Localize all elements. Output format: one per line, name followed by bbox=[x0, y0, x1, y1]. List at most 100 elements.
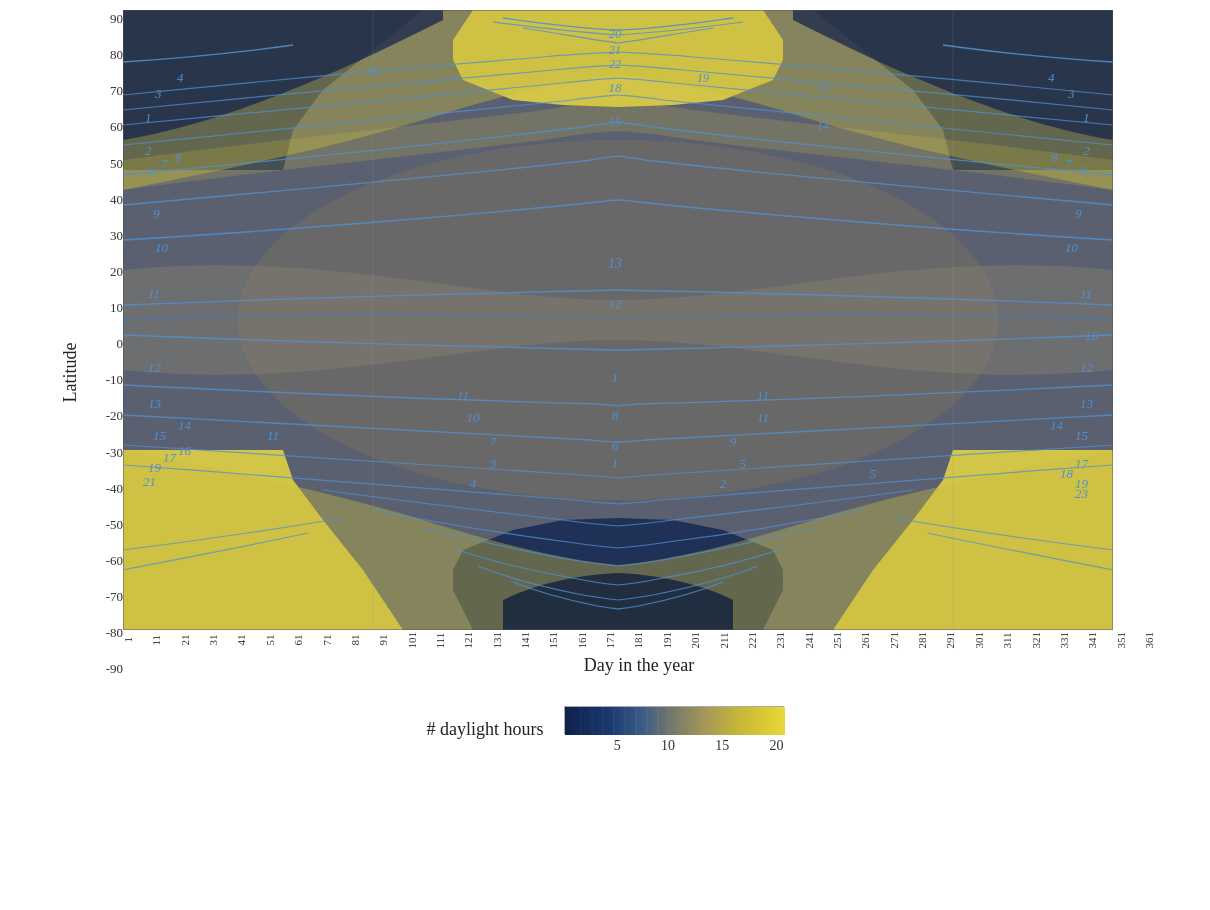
svg-text:11: 11 bbox=[148, 286, 160, 301]
svg-text:18: 18 bbox=[1060, 466, 1074, 481]
y-tick: -20 bbox=[106, 409, 123, 422]
x-tick: 331 bbox=[1059, 632, 1070, 649]
y-tick: 40 bbox=[110, 193, 123, 206]
svg-text:21: 21 bbox=[609, 43, 621, 57]
svg-text:15: 15 bbox=[1075, 428, 1089, 443]
x-tick: 81 bbox=[350, 632, 361, 649]
legend-area: # daylight hours bbox=[55, 706, 1155, 754]
x-tick: 41 bbox=[236, 632, 247, 649]
svg-text:7: 7 bbox=[1065, 156, 1072, 171]
svg-text:11: 11 bbox=[757, 410, 769, 425]
svg-text:19: 19 bbox=[697, 71, 709, 85]
svg-text:1: 1 bbox=[612, 370, 619, 385]
svg-text:2: 2 bbox=[145, 143, 152, 158]
x-tick: 181 bbox=[633, 632, 644, 649]
svg-text:11: 11 bbox=[1080, 286, 1092, 301]
legend-tick-label: 15 bbox=[715, 738, 729, 754]
svg-text:1: 1 bbox=[145, 110, 152, 125]
y-tick: 20 bbox=[110, 265, 123, 278]
svg-rect-70 bbox=[565, 707, 785, 735]
y-tick: 80 bbox=[110, 48, 123, 61]
svg-text:1: 1 bbox=[1083, 110, 1090, 125]
svg-text:15: 15 bbox=[153, 428, 167, 443]
x-tick: 271 bbox=[889, 632, 900, 649]
x-tick: 231 bbox=[775, 632, 786, 649]
plot-area: 20 21 22 16 18 19 17 15 14 1 3 4 2 6 7 bbox=[123, 10, 1155, 630]
x-tick: 71 bbox=[322, 632, 333, 649]
svg-text:10: 10 bbox=[467, 410, 481, 425]
svg-text:8: 8 bbox=[1051, 150, 1058, 165]
x-tick: 111 bbox=[435, 632, 446, 649]
legend-tick-label: 20 bbox=[770, 738, 784, 754]
y-tick: -80 bbox=[106, 626, 123, 639]
svg-text:2: 2 bbox=[1083, 143, 1090, 158]
x-tick: 101 bbox=[407, 632, 418, 649]
svg-text:8: 8 bbox=[612, 408, 619, 423]
svg-text:11: 11 bbox=[267, 428, 279, 443]
x-tick: 11 bbox=[151, 632, 162, 649]
x-tick: 1 bbox=[123, 632, 134, 649]
svg-text:9: 9 bbox=[153, 206, 160, 221]
legend-bar bbox=[564, 706, 784, 734]
y-tick: 50 bbox=[110, 157, 123, 170]
svg-text:18: 18 bbox=[609, 80, 623, 95]
x-tick: 351 bbox=[1116, 632, 1127, 649]
y-tick: -60 bbox=[106, 554, 123, 567]
svg-text:16: 16 bbox=[1085, 328, 1099, 343]
x-tick: 191 bbox=[662, 632, 673, 649]
x-tick: 241 bbox=[804, 632, 815, 649]
x-tick: 281 bbox=[917, 632, 928, 649]
svg-text:19: 19 bbox=[148, 460, 162, 475]
x-tick: 151 bbox=[548, 632, 559, 649]
svg-text:11: 11 bbox=[457, 388, 469, 403]
chart-container: Latitude 9080706050403020100-10-20-30-40… bbox=[55, 10, 1155, 754]
svg-text:17: 17 bbox=[1075, 456, 1089, 471]
svg-text:5: 5 bbox=[870, 466, 877, 481]
x-tick: 171 bbox=[605, 632, 616, 649]
y-tick: 90 bbox=[110, 12, 123, 25]
svg-text:13: 13 bbox=[1080, 396, 1094, 411]
x-tick: 361 bbox=[1144, 632, 1155, 649]
y-tick: -70 bbox=[106, 590, 123, 603]
x-tick: 161 bbox=[577, 632, 588, 649]
x-tick: 51 bbox=[265, 632, 276, 649]
svg-text:7: 7 bbox=[490, 434, 497, 449]
svg-text:9: 9 bbox=[1075, 206, 1082, 221]
y-tick: 30 bbox=[110, 229, 123, 242]
svg-text:16: 16 bbox=[178, 443, 192, 458]
svg-text:15: 15 bbox=[609, 114, 623, 129]
x-tick: 141 bbox=[520, 632, 531, 649]
svg-text:4: 4 bbox=[177, 70, 184, 85]
y-axis-label: Latitude bbox=[55, 10, 85, 676]
svg-text:1: 1 bbox=[612, 456, 619, 471]
svg-text:2: 2 bbox=[720, 476, 727, 491]
x-tick: 221 bbox=[747, 632, 758, 649]
y-tick: 70 bbox=[110, 84, 123, 97]
svg-text:14: 14 bbox=[817, 119, 829, 133]
svg-text:12: 12 bbox=[1080, 360, 1094, 375]
x-tick: 211 bbox=[719, 632, 730, 649]
y-tick: -10 bbox=[106, 373, 123, 386]
svg-text:3: 3 bbox=[489, 456, 497, 471]
svg-text:12: 12 bbox=[609, 296, 623, 311]
svg-text:21: 21 bbox=[143, 474, 156, 489]
svg-text:17: 17 bbox=[163, 450, 177, 465]
svg-text:4: 4 bbox=[1048, 70, 1055, 85]
legend-tick-label: 10 bbox=[661, 738, 675, 754]
x-tick: 251 bbox=[832, 632, 843, 649]
y-tick: 10 bbox=[110, 301, 123, 314]
x-tick: 311 bbox=[1002, 632, 1013, 649]
x-tick: 61 bbox=[293, 632, 304, 649]
svg-text:22: 22 bbox=[609, 57, 621, 71]
x-tick: 301 bbox=[974, 632, 985, 649]
y-tick: -30 bbox=[106, 446, 123, 459]
svg-text:8: 8 bbox=[175, 150, 182, 165]
legend-title: # daylight hours bbox=[427, 719, 544, 740]
x-axis-label: Day in the year bbox=[123, 655, 1155, 676]
svg-text:4: 4 bbox=[470, 476, 477, 491]
svg-text:13: 13 bbox=[608, 256, 622, 271]
svg-text:20: 20 bbox=[609, 26, 623, 41]
y-tick: -90 bbox=[106, 662, 123, 675]
svg-text:7: 7 bbox=[161, 156, 168, 171]
svg-text:11: 11 bbox=[757, 388, 769, 403]
